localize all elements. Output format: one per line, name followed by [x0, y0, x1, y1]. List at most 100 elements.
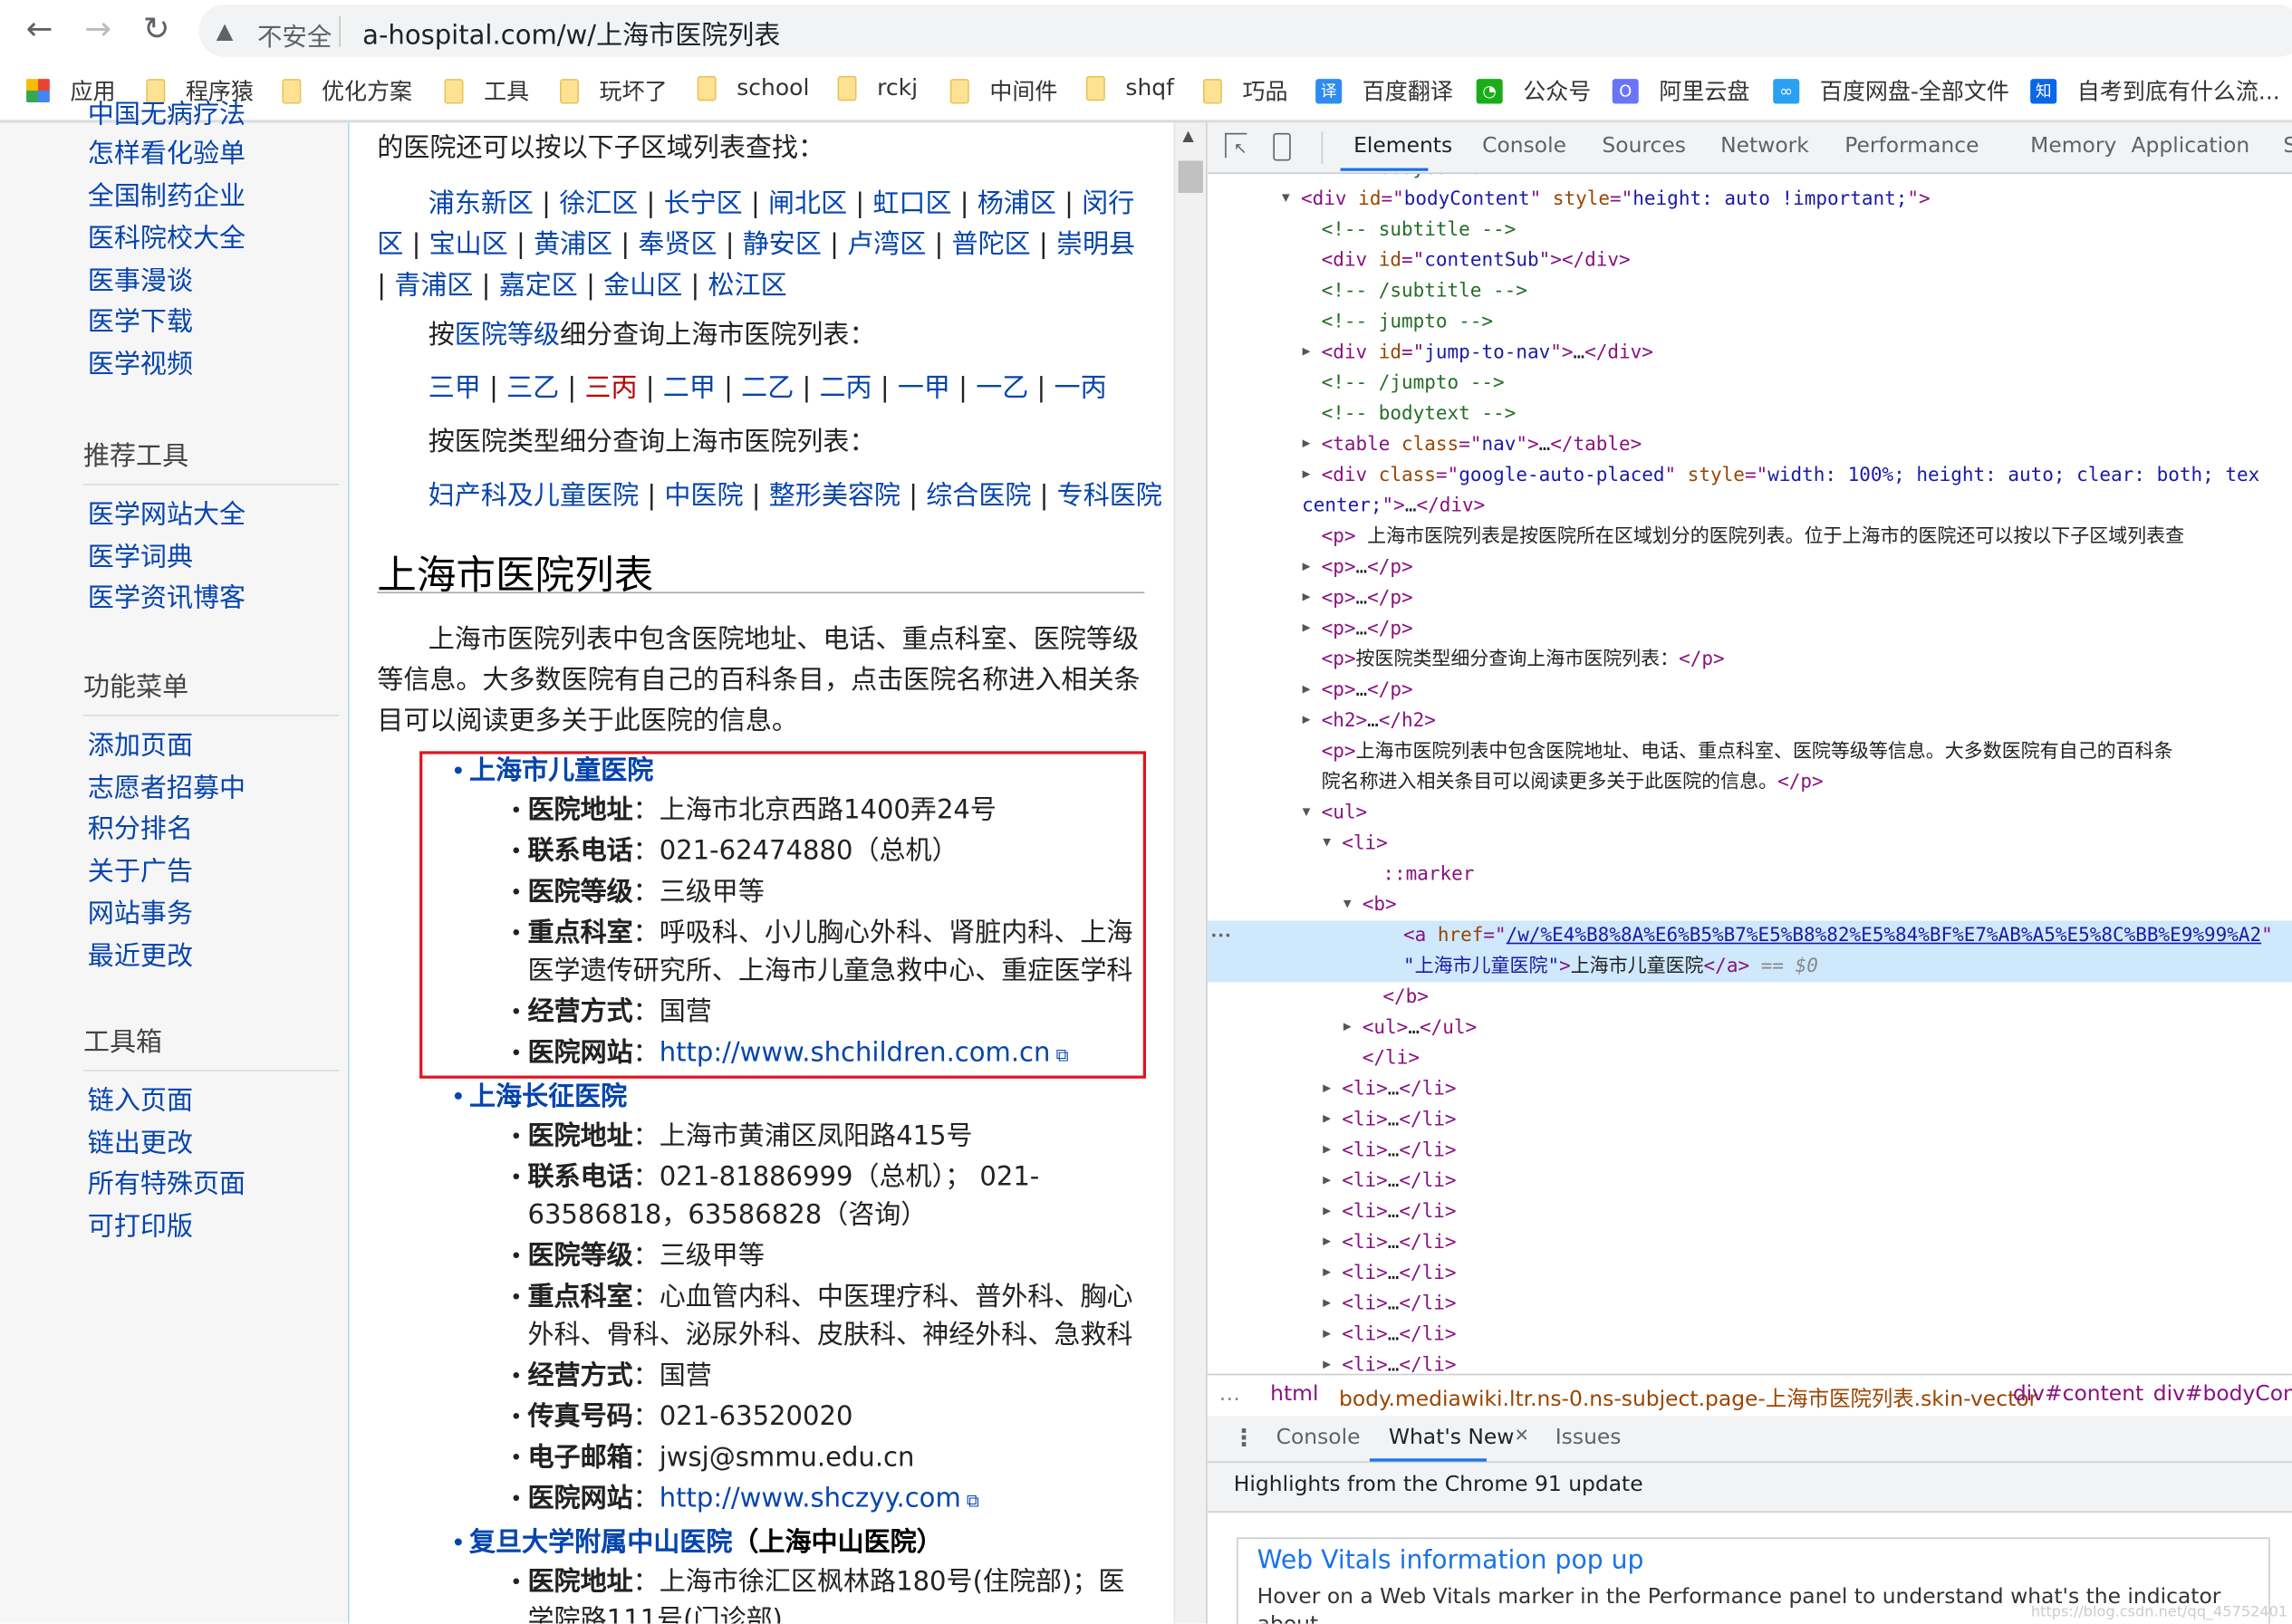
dom-node-line[interactable]: <div id="contentSub"></div> [1208, 245, 2292, 276]
address-bar[interactable]: ▲ 不安全 a-hospital.com/w/上海市医院列表 [198, 4, 2292, 57]
sidebar-link[interactable]: 医学网站大全 [88, 500, 246, 532]
sidebar-link[interactable]: 中国无病疗法 [88, 100, 246, 131]
close-tab-icon[interactable]: ✕ [1515, 1425, 1529, 1446]
bookmark-12[interactable]: O 阿里云盘 [1612, 74, 1749, 106]
drawer-tab[interactable]: Console [1276, 1427, 1361, 1450]
expand-triangle-closed-icon[interactable]: ▶ [1323, 1289, 1331, 1320]
dom-node-line[interactable]: ▶ <li>…</li> [1208, 1320, 2292, 1350]
dom-node-line[interactable]: "上海市儿童医院">上海市儿童医院</a> == $0 [1207, 951, 2292, 983]
link-district[interactable]: 徐汇区 [559, 188, 638, 219]
expand-triangle-closed-icon[interactable]: ▶ [1323, 1320, 1331, 1350]
expand-triangle-open-icon[interactable]: ▼ [1343, 890, 1352, 921]
back-arrow-icon[interactable]: ← [21, 12, 59, 50]
breadcrumb-item[interactable]: div#bodyConte [2153, 1382, 2292, 1406]
hospital-name-link[interactable]: 上海长征医院 [469, 1077, 627, 1118]
devtools-tab-elements[interactable]: Elements [1353, 134, 1452, 158]
devtools-tab-s[interactable]: S [2283, 134, 2292, 158]
dom-node-line[interactable]: <p>按医院类型细分查询上海市医院列表：</p> [1208, 645, 2292, 676]
bookmark-4[interactable]: 玩坏了 [559, 74, 668, 106]
dom-node-line[interactable]: ▶ <li>…</li> [1208, 1074, 2292, 1105]
dom-node-line[interactable]: ▶ <div id="jump-to-nav">…</div> [1208, 338, 2292, 369]
device-toolbar-icon[interactable] [1273, 132, 1291, 161]
drawer-menu-icon[interactable]: ⋮ [1232, 1424, 1256, 1452]
dom-node-line[interactable]: ▶ <table class="nav">…</table> [1208, 429, 2292, 460]
sidebar-link[interactable]: 关于广告 [88, 857, 193, 889]
inspect-element-icon[interactable]: ↖ [1225, 132, 1247, 159]
breadcrumb-item[interactable]: html [1270, 1382, 1318, 1406]
drawer-tab[interactable]: Issues [1555, 1427, 1622, 1450]
dom-node-line[interactable]: <!-- /subtitle --> [1208, 276, 2292, 307]
dom-node-line[interactable]: center;">…</div> [1208, 491, 2292, 522]
breadcrumb-item[interactable]: div#content [2013, 1382, 2143, 1406]
bookmark-6[interactable]: rckj [837, 74, 918, 101]
dom-node-line[interactable]: <!-- bodytext --> [1208, 399, 2292, 429]
expand-triangle-closed-icon[interactable]: ▶ [1323, 1105, 1331, 1136]
dom-node-line[interactable]: ▶ <p>…</p> [1208, 614, 2292, 645]
dom-node-line[interactable]: </b> [1208, 982, 2292, 1013]
link-type[interactable]: 综合医院 [926, 481, 1031, 512]
expand-triangle-closed-icon[interactable]: ▶ [1343, 1013, 1352, 1043]
devtools-tab-network[interactable]: Network [1720, 134, 1809, 158]
link-grade[interactable]: 三丙 [584, 372, 637, 403]
devtools-tab-console[interactable]: Console [1482, 134, 1566, 158]
dom-node-line[interactable]: 院名称进入相关条目可以阅读更多关于此医院的信息。</p> [1208, 767, 2292, 798]
sidebar-link[interactable]: 医学视频 [88, 350, 193, 381]
sidebar-link[interactable]: 志愿者招募中 [88, 773, 246, 804]
link-grade[interactable]: 二乙 [741, 372, 794, 403]
dom-node-line[interactable]: ▶ <p>…</p> [1208, 583, 2292, 614]
dom-node-line[interactable]: <p> 上海市医院列表是按医院所在区域划分的医院列表。位于上海市的医院还可以按以… [1208, 522, 2292, 553]
link-district[interactable]: 虹口区 [872, 188, 951, 219]
link-district[interactable]: 松江区 [708, 271, 786, 302]
expand-triangle-closed-icon[interactable]: ▶ [1323, 1350, 1331, 1372]
dom-node-line[interactable]: ▶ <h2>…</h2> [1208, 706, 2292, 736]
link-type[interactable]: 妇产科及儿童医院 [429, 481, 639, 512]
sidebar-link[interactable]: 医事漫谈 [88, 266, 193, 298]
warning-icon[interactable]: ▲ [217, 17, 234, 43]
devtools-tab-performance[interactable]: Performance [1844, 134, 1979, 158]
link-district[interactable]: 金山区 [603, 271, 682, 302]
link-district[interactable]: 静安区 [743, 229, 822, 260]
security-label[interactable]: 不安全 [257, 16, 332, 53]
breadcrumb-overflow-icon[interactable]: … [1219, 1382, 1240, 1406]
link-district[interactable]: 闸北区 [768, 188, 847, 219]
website-link[interactable]: http://www.shczyy.com [660, 1484, 961, 1514]
link-district[interactable]: 卢湾区 [847, 229, 926, 260]
sidebar-link[interactable]: 添加页面 [88, 731, 193, 763]
sidebar-link[interactable]: 网站事务 [88, 898, 193, 930]
dom-node-line[interactable]: ▼ <b> [1208, 890, 2292, 921]
link-district[interactable]: 长宁区 [664, 188, 743, 219]
bookmark-2[interactable]: 优化方案 [282, 74, 412, 106]
dom-node-line[interactable]: ▶ <ul>…</ul> [1208, 1013, 2292, 1043]
expand-triangle-open-icon[interactable]: ▼ [1303, 798, 1311, 829]
link-grade[interactable]: 三甲 [429, 372, 481, 403]
bookmark-11[interactable]: ◔ 公众号 [1476, 74, 1591, 106]
expand-triangle-closed-icon[interactable]: ▶ [1323, 1227, 1331, 1258]
link-type[interactable]: 专科医院 [1057, 481, 1162, 512]
sidebar-link[interactable]: 医学下载 [88, 307, 193, 339]
expand-triangle-closed-icon[interactable]: ▶ [1323, 1167, 1331, 1197]
link-grade[interactable]: 一丙 [1055, 372, 1107, 403]
expand-triangle-closed-icon[interactable]: ▶ [1303, 614, 1311, 645]
dom-node-line[interactable]: ▶ <p>…</p> [1208, 675, 2292, 706]
expand-triangle-closed-icon[interactable]: ▶ [1303, 675, 1311, 706]
grade-link[interactable]: 医院等级 [455, 320, 560, 351]
hospital-name-link[interactable]: 上海市儿童医院 [469, 751, 653, 792]
dom-node-line[interactable]: <!-- /jumpto --> [1208, 369, 2292, 399]
dom-node-line[interactable]: ▼ <li> [1208, 829, 2292, 860]
devtools-tab-sources[interactable]: Sources [1602, 134, 1686, 158]
sidebar-link[interactable]: 链出更改 [88, 1128, 193, 1159]
dom-node-line[interactable]: <p>上海市医院列表中包含医院地址、电话、重点科室、医院等级等信息。大多数医院有… [1208, 736, 2292, 767]
expand-triangle-open-icon[interactable]: ▼ [1323, 829, 1331, 860]
expand-triangle-closed-icon[interactable]: ▶ [1303, 429, 1311, 460]
expand-triangle-open-icon[interactable]: ▼ [1282, 184, 1290, 215]
dom-node-line[interactable]: ▶ <li>…</li> [1208, 1105, 2292, 1136]
token-link[interactable]: /w/%E4%B8%8A%E6%B5%B7%E5%B8%82%E5%84%BF%… [1507, 925, 2261, 947]
dom-node-line[interactable]: ▶ <li>…</li> [1208, 1289, 2292, 1320]
dom-node-line[interactable]: ▶ <li>…</li> [1208, 1258, 2292, 1289]
expand-triangle-closed-icon[interactable]: ▶ [1323, 1258, 1331, 1289]
scroll-up-arrow-icon[interactable]: ▲ [1182, 129, 1193, 145]
bookmark-9[interactable]: 巧品 [1202, 74, 1288, 106]
sidebar-link[interactable]: 医科院校大全 [88, 224, 246, 255]
bookmark-7[interactable]: 中间件 [949, 74, 1057, 106]
dom-node-line[interactable]: ▶ <div class="google-auto-placed" style="… [1208, 460, 2292, 491]
